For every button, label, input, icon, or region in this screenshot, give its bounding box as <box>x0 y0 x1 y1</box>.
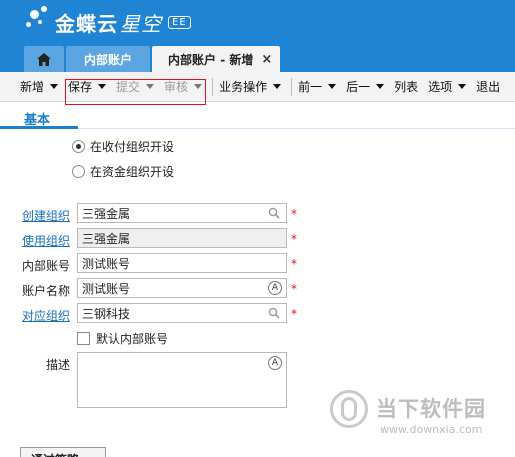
tab-bar: 内部账户 内部账户 - 新增 × <box>24 46 282 72</box>
chevron-down-icon[interactable] <box>50 84 59 89</box>
exit-button[interactable]: 退出 <box>476 78 500 95</box>
chevron-down-icon[interactable] <box>328 84 337 89</box>
tab-basic[interactable]: 基本 <box>24 109 50 128</box>
watermark-logo-inner <box>341 397 357 421</box>
toolbar-divider <box>212 77 214 96</box>
required-mark: * <box>291 207 297 221</box>
submit-button[interactable]: 提交 <box>116 78 155 95</box>
tab-internal-account-new[interactable]: 内部账户 - 新增 × <box>152 46 281 72</box>
radio-receipt-payment-org[interactable]: 在收付组织开设 <box>72 138 174 155</box>
tab-home[interactable] <box>24 46 64 72</box>
counter-org-label[interactable]: 对应组织 <box>0 307 70 324</box>
default-account-checkbox-row[interactable]: 默认内部账号 <box>77 330 168 347</box>
use-org-field: 三强金属 <box>77 228 287 248</box>
account-name-input[interactable]: 测试账号 A <box>77 278 287 298</box>
tab-internal-account[interactable]: 内部账户 <box>66 46 151 72</box>
chevron-down-icon[interactable] <box>146 84 155 89</box>
new-button[interactable]: 新增 <box>20 78 59 95</box>
multilanguage-icon[interactable]: A <box>268 281 282 295</box>
counter-org-field[interactable]: 三钢科技 <box>77 303 287 323</box>
required-mark: * <box>291 307 297 321</box>
default-account-checkbox[interactable] <box>77 332 90 345</box>
previous-button[interactable]: 前一 <box>298 78 337 95</box>
create-org-label[interactable]: 创建组织 <box>0 207 70 224</box>
chevron-down-icon[interactable] <box>376 84 385 89</box>
checkbox-label: 默认内部账号 <box>96 332 169 346</box>
options-button[interactable]: 选项 <box>428 78 467 95</box>
account-no-label: 内部账号 <box>21 259 70 273</box>
description-textarea[interactable]: A <box>77 352 287 408</box>
close-icon[interactable]: × <box>261 52 272 67</box>
app-header: 金蝶云 星空 EE 内部账户 内部账户 - 新增 × <box>0 0 515 72</box>
use-org-label[interactable]: 使用组织 <box>0 232 70 249</box>
watermark-text: 当下软件园 <box>376 397 486 421</box>
home-icon <box>37 52 51 66</box>
chevron-down-icon[interactable] <box>458 84 467 89</box>
account-name-label: 账户名称 <box>21 284 70 298</box>
chevron-down-icon[interactable] <box>194 84 203 89</box>
search-icon[interactable] <box>268 307 280 319</box>
radio-label: 在收付组织开设 <box>90 140 175 154</box>
next-button[interactable]: 后一 <box>346 78 385 95</box>
search-icon[interactable] <box>268 207 280 219</box>
policy-button[interactable]: 通过策略 <box>20 447 106 457</box>
required-mark: * <box>291 282 297 296</box>
toolbar: 新增 保存 提交 审核 业务操作 前一 后一 列表 选项 退出 <box>0 72 515 102</box>
tab-label: 内部账户 <box>84 52 133 67</box>
chevron-down-icon[interactable] <box>273 84 282 89</box>
toolbar-divider <box>291 77 293 96</box>
radio-button[interactable] <box>72 140 85 153</box>
watermark-url: www.downxia.com <box>380 423 483 436</box>
chevron-down-icon[interactable] <box>98 84 107 89</box>
list-button[interactable]: 列表 <box>394 78 418 95</box>
radio-button[interactable] <box>72 165 85 178</box>
brand-logo-icon <box>24 4 54 34</box>
business-operation-button[interactable]: 业务操作 <box>219 78 282 95</box>
create-org-field[interactable]: 三强金属 <box>77 203 287 223</box>
radio-label: 在资金组织开设 <box>90 165 175 179</box>
required-mark: * <box>291 257 297 271</box>
tab-label: 内部账户 - 新增 <box>168 52 254 67</box>
audit-button[interactable]: 审核 <box>164 78 203 95</box>
account-no-input[interactable]: 测试账号 <box>77 253 287 273</box>
required-mark: * <box>291 232 297 246</box>
brand-name: 金蝶云 星空 EE <box>55 8 191 37</box>
description-label: 描述 <box>45 358 70 372</box>
radio-fund-org[interactable]: 在资金组织开设 <box>72 163 174 180</box>
save-button[interactable]: 保存 <box>68 78 107 95</box>
multilanguage-icon[interactable]: A <box>268 356 282 370</box>
